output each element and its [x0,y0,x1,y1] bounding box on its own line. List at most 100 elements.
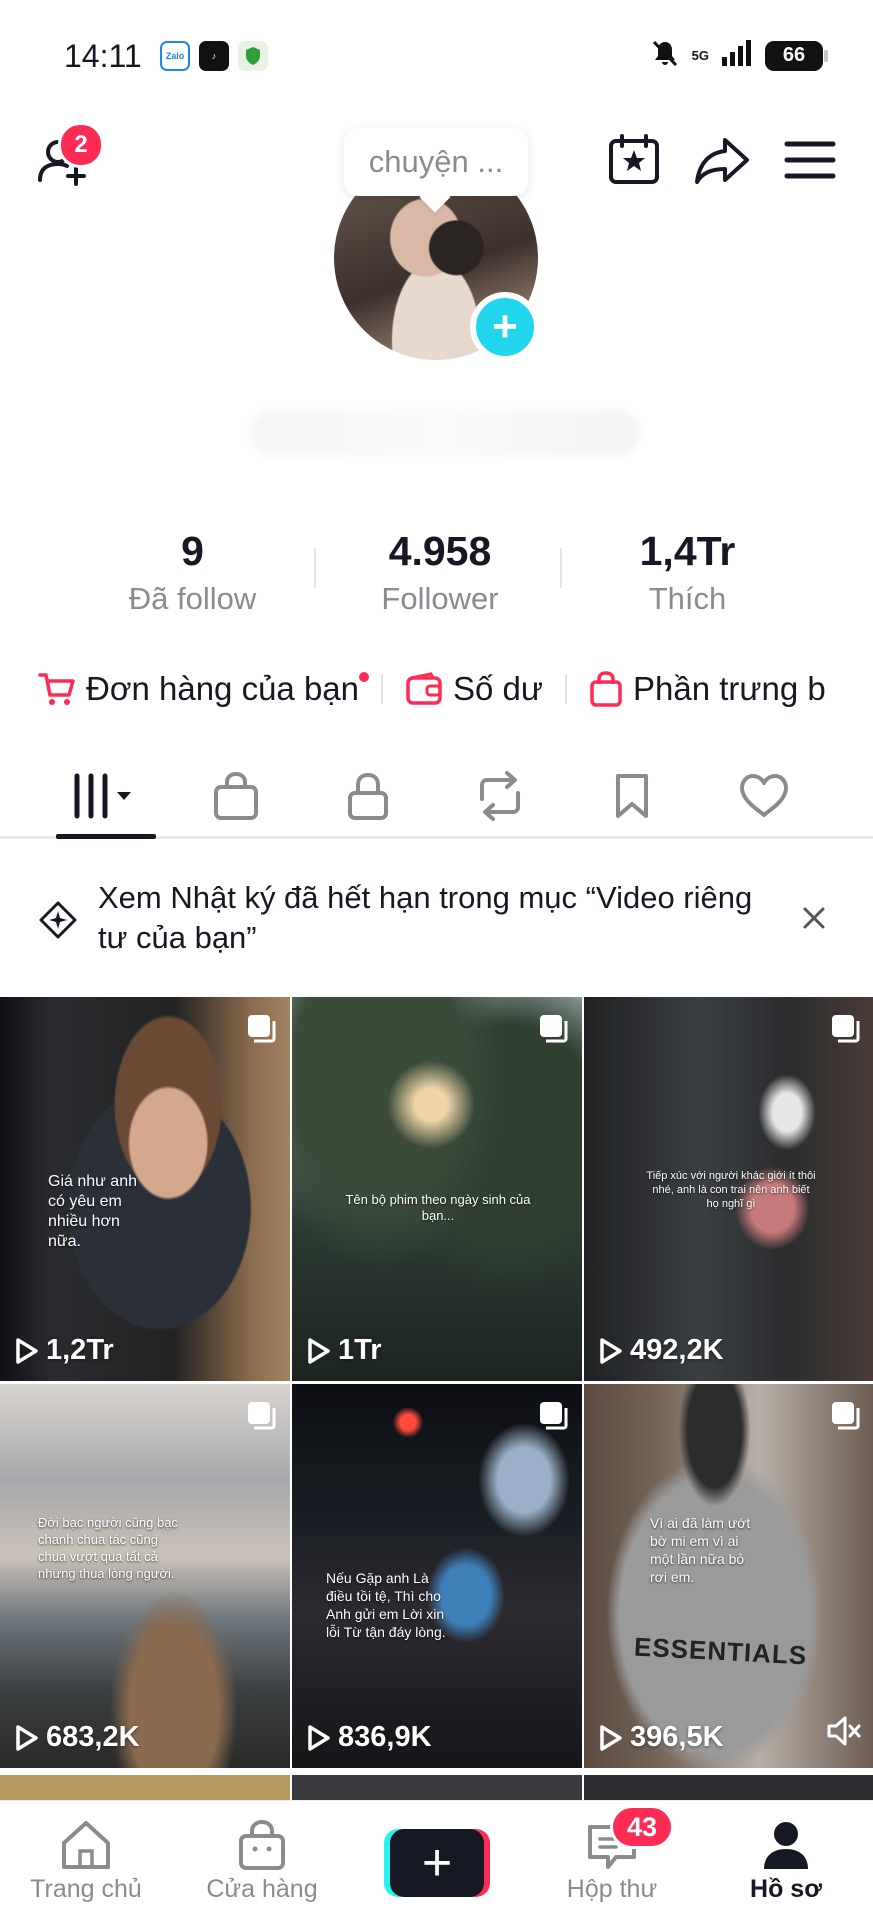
video-view-count: 1,2Tr [14,1334,114,1367]
view-count-text: 836,9K [338,1721,432,1753]
video-thumbnail[interactable]: Đời bạc người cũng bạc chanh chua tác cũ… [0,1384,290,1768]
video-thumbnail[interactable]: Tiếp xúc với người khác giới ít thôi nhé… [584,997,873,1381]
video-view-count: 683,2K [14,1721,140,1754]
view-count-text: 1,2Tr [46,1334,114,1366]
play-icon [16,1337,38,1364]
status-right: 5G 66 [650,38,828,73]
tab-saved[interactable] [566,755,698,836]
essentials-print: ESSENTIALS [633,1631,808,1671]
add-story-button[interactable]: + [470,292,540,362]
cart-icon [38,673,75,705]
share-arrow-icon [695,138,749,184]
share-profile-button[interactable] [692,130,752,190]
status-bar: 14:11 Zalo ♪ 5G 66 [0,0,873,110]
followers-label: Follower [381,581,499,616]
profile-tabs [0,755,873,839]
nav-profile[interactable]: Hồ sơ [706,1819,866,1904]
nav-profile-label: Hồ sơ [750,1875,822,1903]
favorites-button[interactable] [604,130,664,190]
showcase-shortcut[interactable]: Phần trưng b [589,670,826,708]
shortcut-divider [381,674,384,704]
create-button[interactable]: + [384,1829,490,1897]
video-caption: Đời bạc người cũng bạc chanh chua tác cũ… [38,1515,178,1581]
network-type: 5G [691,47,709,63]
play-icon [16,1724,38,1751]
wallet-icon [406,672,442,705]
view-count-text: 683,2K [46,1721,140,1753]
video-grid-icon [74,773,131,818]
tab-shop[interactable] [170,755,302,836]
expired-diary-banner[interactable]: Xem Nhật ký đã hết hạn trong mục “Video … [0,860,873,978]
battery-icon: 66 [765,40,828,71]
video-caption: Nếu Gặp anh Là điều tồi tệ, Thì cho Anh … [326,1570,446,1640]
blurred-username [250,410,640,456]
tiktok-icon: ♪ [199,41,229,71]
video-caption: Vì ai đã làm ướt bờ mi em vì ai một lần … [650,1515,751,1585]
nav-home-label: Trang chủ [30,1875,142,1903]
multi-photo-icon [830,1400,860,1430]
close-banner-button[interactable] [800,904,828,937]
nav-inbox-label: Hộp thư [566,1875,658,1903]
video-grid: Giá như anh có yêu em nhiều hơn nữa. 1,2… [0,997,873,1768]
following-stat[interactable]: 9 Đã follow [70,528,315,617]
add-friend-button[interactable]: 2 [32,122,104,190]
shopping-bag-icon [214,771,258,820]
balance-label: Số dư [453,670,543,707]
calendar-star-icon [609,134,659,184]
video-caption: Giá như anh có yêu em nhiều hơn nữa. [48,1173,137,1250]
play-icon [600,1337,622,1364]
bottom-navigation: Trang chủ Cửa hàng + Hộp thư 43 Hồ sơ [0,1800,873,1920]
balance-shortcut[interactable]: Số dư [405,670,543,708]
profile-shortcuts: Đơn hàng của bạn Số dư Phần trưng b [38,664,826,714]
video-caption: Tên bộ phim theo ngày sinh của bạn... [345,1192,531,1223]
profile-note-bubble[interactable]: chuyện ... [344,128,528,196]
tab-liked[interactable] [698,755,830,836]
heart-icon [740,773,788,817]
shortcut-divider [565,674,567,704]
mute-bell-icon [650,38,680,73]
bag-icon [590,671,622,707]
multi-photo-icon [246,1013,276,1043]
stat-divider [314,548,316,588]
nav-shop[interactable]: Cửa hàng [182,1819,342,1904]
likes-label: Thích [648,581,727,616]
muted-speaker-icon [826,1715,862,1752]
zalo-icon: Zalo [160,41,190,71]
nav-shop-label: Cửa hàng [206,1875,318,1903]
following-count: 9 [181,528,204,574]
multi-photo-icon [246,1400,276,1430]
orders-shortcut[interactable]: Đơn hàng của bạn [38,670,370,708]
video-thumbnail[interactable]: Nếu Gặp anh Là điều tồi tệ, Thì cho Anh … [292,1384,582,1768]
close-icon [803,907,825,929]
view-count-text: 1Tr [338,1334,382,1366]
video-thumbnail[interactable]: Vì ai đã làm ướt bờ mi em vì ai một lần … [584,1384,873,1768]
play-icon [308,1337,330,1364]
view-count-text: 396,5K [630,1721,724,1753]
multi-photo-icon [538,1013,568,1043]
profile-stats: 9 Đã follow 4.958 Follower 1,4Tr Thích [70,528,810,617]
plus-icon: + [390,1829,484,1897]
status-app-icons: Zalo ♪ [160,41,268,71]
menu-button[interactable] [780,130,840,190]
add-friend-badge: 2 [58,122,104,168]
tab-videos[interactable] [38,755,170,839]
followers-count: 4.958 [388,528,492,574]
likes-stat[interactable]: 1,4Tr Thích [565,528,810,617]
profile-person-icon [764,1822,808,1869]
banner-text: Xem Nhật ký đã hết hạn trong mục “Video … [98,880,753,955]
video-view-count: 836,9K [306,1721,432,1754]
tab-private[interactable] [302,755,434,836]
video-thumbnail[interactable]: Tên bộ phim theo ngày sinh của bạn... 1T… [292,997,582,1381]
video-view-count: 396,5K [598,1721,724,1754]
nav-home[interactable]: Trang chủ [6,1819,166,1904]
video-view-count: 1Tr [306,1334,382,1367]
tab-reposts[interactable] [434,755,566,836]
following-label: Đã follow [128,581,257,616]
followers-stat[interactable]: 4.958 Follower [318,528,563,617]
repost-icon [480,770,520,821]
hamburger-menu-icon [784,141,836,179]
shield-icon [238,41,268,71]
stat-divider [560,548,562,588]
orders-label: Đơn hàng của bạn [86,670,360,707]
video-thumbnail[interactable]: Giá như anh có yêu em nhiều hơn nữa. 1,2… [0,997,290,1381]
